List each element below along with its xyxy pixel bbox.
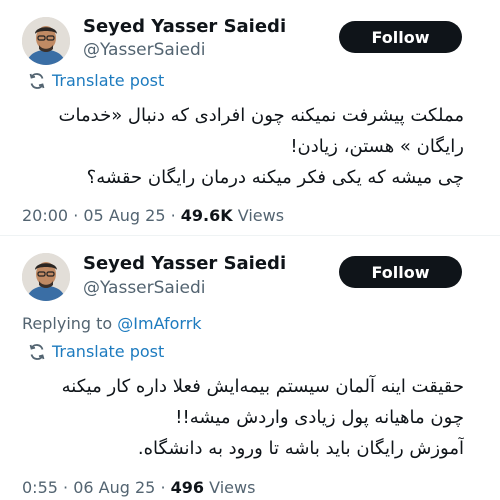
author-name[interactable]: Seyed Yasser Saiedi bbox=[83, 253, 286, 274]
translate-post-link[interactable]: Translate post bbox=[28, 71, 164, 90]
tweet-date[interactable]: 05 Aug 25 bbox=[83, 206, 165, 225]
author-handle[interactable]: @YasserSaiedi bbox=[83, 40, 206, 60]
meta-separator: · bbox=[73, 206, 84, 225]
tweet-date[interactable]: 06 Aug 25 bbox=[73, 478, 155, 497]
translate-post-label: Translate post bbox=[52, 71, 165, 90]
translate-post-link[interactable]: Translate post bbox=[28, 342, 164, 361]
tweet[interactable]: Seyed Yasser Saiedi @YasserSaiedi Follow… bbox=[0, 236, 500, 500]
tweet-text-line: چون ماهیانه پول زیادی واردش میشه!! bbox=[175, 407, 464, 428]
replying-to: Replying to @ImAforrk bbox=[22, 314, 202, 333]
translate-icon bbox=[28, 72, 46, 90]
views-count: 496 bbox=[170, 478, 205, 497]
follow-button[interactable]: Follow bbox=[339, 256, 462, 288]
translate-post-label: Translate post bbox=[52, 342, 165, 361]
author-handle[interactable]: @YasserSaiedi bbox=[83, 278, 206, 298]
meta-separator: · bbox=[160, 478, 171, 497]
tweet-text-line: آموزش رایگان باید باشه تا ورود به دانشگا… bbox=[137, 438, 464, 459]
follow-button[interactable]: Follow bbox=[339, 21, 462, 53]
tweet-text: مملکت پیشرفت نمیکنه چون افرادی که دنبال … bbox=[22, 100, 464, 193]
avatar-image bbox=[22, 253, 70, 301]
tweet-meta: 0:55 · 06 Aug 25 · 496 Views bbox=[22, 478, 255, 497]
views-label: Views bbox=[209, 478, 256, 497]
meta-separator: · bbox=[63, 478, 74, 497]
tweet-text-line: مملکت پیشرفت نمیکنه چون افرادی که دنبال … bbox=[58, 105, 464, 126]
avatar[interactable] bbox=[22, 17, 70, 65]
translate-icon bbox=[28, 343, 46, 361]
views-count: 49.6K bbox=[180, 206, 233, 225]
tweet-text-line: چی میشه که یکی فکر میکنه درمان رایگان حق… bbox=[86, 167, 464, 188]
tweet-meta: 20:00 · 05 Aug 25 · 49.6K Views bbox=[22, 206, 284, 225]
replying-to-handle[interactable]: @ImAforrk bbox=[117, 314, 201, 333]
tweet-time[interactable]: 20:00 bbox=[22, 206, 68, 225]
author-name[interactable]: Seyed Yasser Saiedi bbox=[83, 16, 286, 37]
tweet-text-line: رایگان » هستن، زیادن! bbox=[290, 136, 464, 157]
views-label: Views bbox=[237, 206, 285, 225]
tweet[interactable]: Seyed Yasser Saiedi @YasserSaiedi Follow… bbox=[0, 0, 500, 236]
tweet-time[interactable]: 0:55 bbox=[22, 478, 58, 497]
tweet-text-line: حقیقت اینه آلمان سیستم بیمه‌ایش فعلا دار… bbox=[61, 376, 464, 397]
avatar-image bbox=[22, 17, 70, 65]
replying-to-label: Replying to bbox=[22, 314, 113, 333]
tweet-text: حقیقت اینه آلمان سیستم بیمه‌ایش فعلا دار… bbox=[22, 371, 464, 464]
meta-separator: · bbox=[170, 206, 181, 225]
avatar[interactable] bbox=[22, 253, 70, 301]
